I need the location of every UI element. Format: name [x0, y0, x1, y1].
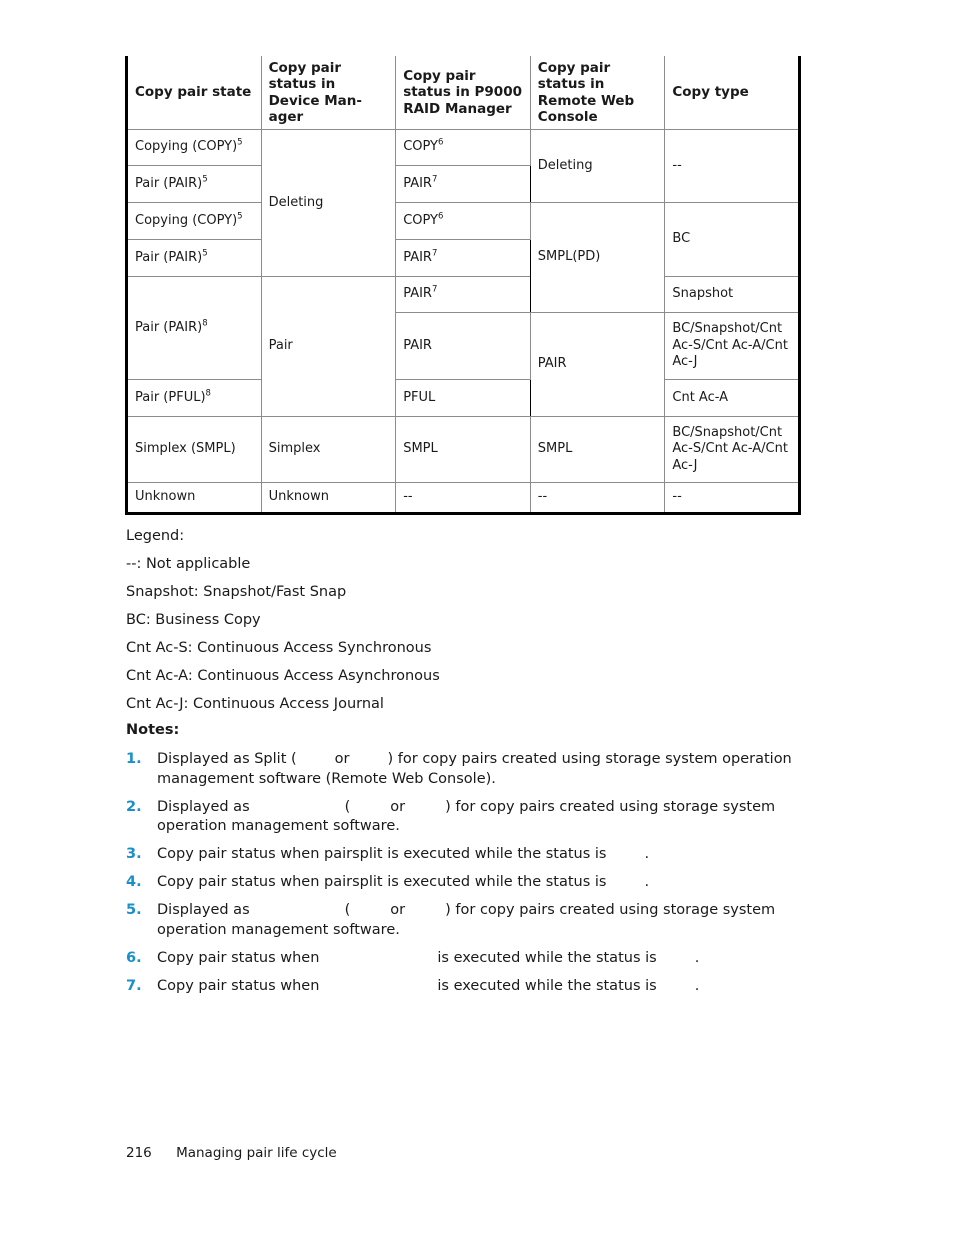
- legend-title: Legend:: [126, 528, 185, 544]
- cell-device-manager: Pair: [260, 276, 397, 417]
- note-number: 4.: [126, 874, 142, 890]
- document-page: Copy pair state Copy pair status in Devi…: [0, 0, 954, 1235]
- cell-raid: COPY6: [395, 129, 531, 166]
- notes-title: Notes:: [126, 722, 180, 738]
- cell-state: Unknown: [126, 482, 262, 514]
- cell-state: Simplex (SMPL): [126, 416, 262, 483]
- cell-copy-type: Snapshot: [664, 276, 800, 313]
- note-item: 7. Copy pair status when is executed whil…: [126, 977, 806, 997]
- table-row: Copying (COPY)5 Deleting COPY6 Deleting …: [126, 129, 800, 277]
- cell-copy-type: --: [664, 129, 800, 203]
- header-remote-web-console-status: Copy pair status in Remote Web Console: [529, 56, 666, 130]
- cell-copy-type: Cnt Ac-A: [664, 379, 800, 417]
- legend-item: Snapshot: Snapshot/Fast Snap: [126, 584, 347, 600]
- header-raid-manager-status: Copy pair status in P9000 RAID Manager: [395, 56, 531, 130]
- cell-device-manager: Unknown: [260, 482, 397, 514]
- cell-copy-type: BC/Snapshot/Cnt Ac-S/Cnt Ac-A/Cnt Ac-J: [664, 312, 800, 380]
- note-number: 2.: [126, 798, 142, 815]
- cell-copy-type: BC/Snapshot/Cnt Ac-S/Cnt Ac-A/Cnt Ac-J: [664, 416, 800, 483]
- note-number: 1.: [126, 751, 142, 767]
- note-item: 5. Displayed as(or) for copy pairs creat…: [126, 902, 776, 938]
- legend: Legend: --: Not applicable Snapshot: Sna…: [126, 526, 440, 722]
- table-row: Unknown Unknown -- -- --: [126, 482, 800, 514]
- page-footer: 216 Managing pair life cycle: [126, 1145, 337, 1161]
- header-device-manager-status: Copy pair status in Device Man-ager: [260, 56, 397, 130]
- table-header-row: Copy pair state Copy pair status in Devi…: [126, 56, 800, 130]
- cell-raid: PAIR7: [395, 165, 531, 203]
- cell-copy-type: --: [664, 482, 800, 514]
- note-number: 5.: [126, 902, 142, 918]
- note-item: 6. Copy pair status when is executed whil…: [126, 949, 806, 969]
- table-row: Pair (PFUL)8 PFUL Cnt Ac-A: [126, 379, 800, 417]
- cell-state: Copying (COPY)5: [126, 202, 262, 240]
- cell-raid: PAIR7: [395, 276, 531, 313]
- legend-item: BC: Business Copy: [126, 612, 261, 628]
- note-number: 3.: [126, 846, 142, 862]
- note-item: 4. Copy pair status when pairsplit is ex…: [126, 873, 806, 893]
- cell-raid: SMPL: [395, 416, 531, 483]
- copy-pair-status-table-container: Copy pair state Copy pair status in Devi…: [125, 56, 801, 515]
- note-item: 2. Displayed as(or) for copy pairs creat…: [126, 798, 776, 835]
- page-number: 216: [126, 1145, 152, 1161]
- cell-raid: PFUL: [395, 379, 531, 417]
- notes-list: 1. Displayed as Split (or) for copy pair…: [126, 750, 806, 1005]
- header-copy-type: Copy type: [664, 56, 800, 130]
- section-title: Managing pair life cycle: [176, 1145, 337, 1161]
- header-copy-pair-state: Copy pair state: [126, 56, 262, 130]
- cell-copy-type: BC: [664, 202, 800, 277]
- table-row: Copying (COPY)5 COPY6 SMPL(PD) BC: [126, 202, 800, 313]
- cell-rwc: SMPL(PD): [529, 202, 666, 313]
- cell-device-manager: Deleting: [260, 129, 397, 277]
- legend-item: Cnt Ac-A: Continuous Access Asynchronous: [126, 668, 440, 684]
- cell-state: Pair (PAIR)5: [126, 239, 262, 277]
- table-row: Pair (PAIR)8 Pair PAIR7 Snapshot: [126, 276, 800, 417]
- legend-item: Cnt Ac-S: Continuous Access Synchronous: [126, 640, 432, 656]
- cell-rwc: SMPL: [529, 416, 666, 483]
- table-row: Simplex (SMPL) Simplex SMPL SMPL BC/Snap…: [126, 416, 800, 483]
- cell-raid: PAIR: [395, 312, 531, 380]
- cell-state: Pair (PFUL)8: [126, 379, 262, 417]
- cell-rwc: --: [529, 482, 666, 514]
- legend-item: Cnt Ac-J: Continuous Access Journal: [126, 696, 384, 712]
- legend-item: --: Not applicable: [126, 556, 251, 572]
- cell-raid: PAIR7: [395, 239, 531, 277]
- note-number: 7.: [126, 977, 142, 994]
- cell-raid: --: [395, 482, 531, 514]
- cell-state: Pair (PAIR)8: [126, 276, 262, 380]
- cell-state: Pair (PAIR)5: [126, 165, 262, 203]
- note-item: 3. Copy pair status when pairsplit is ex…: [126, 845, 806, 865]
- cell-rwc: Deleting: [529, 129, 666, 203]
- note-item: 1. Displayed as Split (or) for copy pair…: [126, 751, 792, 787]
- cell-state: Copying (COPY)5: [126, 129, 262, 166]
- copy-pair-status-table: Copy pair state Copy pair status in Devi…: [125, 56, 801, 515]
- cell-device-manager: Simplex: [260, 416, 397, 483]
- cell-rwc: PAIR: [529, 312, 666, 417]
- cell-raid: COPY6: [395, 202, 531, 240]
- note-number: 6.: [126, 949, 142, 966]
